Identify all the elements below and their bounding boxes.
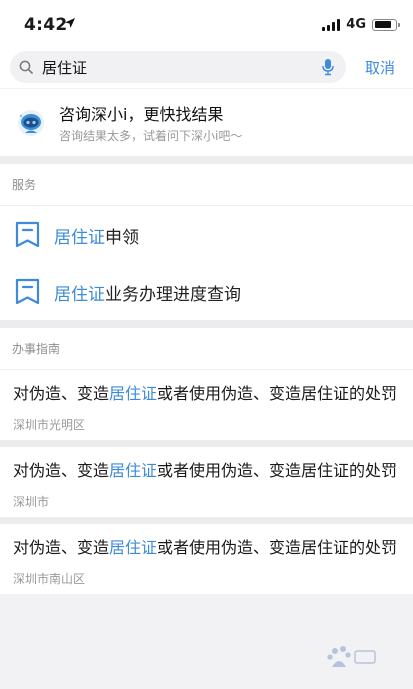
search-input[interactable]: 居住证 [10, 51, 346, 83]
guide-item[interactable]: 对伪造、变造居住证或者使用伪造、变造居住证的处罚 深圳市光明区 [0, 370, 413, 440]
battery-icon [372, 18, 400, 31]
services-header: 服务 [0, 164, 413, 206]
cancel-button[interactable]: 取消 [365, 57, 395, 78]
assistant-subtitle: 咨询结果太多，试着问下深小i吧～ [59, 129, 243, 143]
guide-item[interactable]: 对伪造、变造居住证或者使用伪造、变造居住证的处罚 深圳市 [0, 447, 413, 517]
guide-location: 深圳市光明区 [13, 418, 86, 432]
guide-title: 对伪造、变造居住证或者使用伪造、变造居住证的处罚 [13, 384, 398, 403]
search-bar: 居住证 取消 [0, 48, 413, 88]
assistant-title: 咨询深小i，更快找结果 [59, 105, 224, 124]
signal-icon [322, 18, 341, 31]
robot-icon [18, 110, 44, 136]
guide-title: 对伪造、变造居住证或者使用伪造、变造居住证的处罚 [13, 538, 398, 557]
status-bar: 4:42 4G [0, 0, 413, 48]
baidu-watermark [327, 646, 376, 667]
guides-header: 办事指南 [0, 328, 413, 370]
bookmark-icon [15, 221, 40, 248]
guide-location: 深圳市南山区 [13, 572, 86, 586]
service-label: 居住证申领 [54, 228, 139, 248]
search-icon [19, 60, 33, 74]
mic-icon[interactable] [320, 58, 336, 76]
service-item[interactable]: 居住证申领 [0, 206, 413, 263]
guide-item[interactable]: 对伪造、变造居住证或者使用伪造、变造居住证的处罚 深圳市南山区 [0, 524, 413, 594]
guide-title: 对伪造、变造居住证或者使用伪造、变造居住证的处罚 [13, 461, 398, 480]
service-item[interactable]: 居住证业务办理进度查询 [0, 263, 413, 320]
guide-location: 深圳市 [13, 495, 50, 509]
location-arrow-icon [65, 18, 75, 28]
bookmark-icon [15, 278, 40, 305]
network-type: 4G [346, 17, 366, 32]
search-query: 居住证 [42, 59, 88, 77]
service-label: 居住证业务办理进度查询 [54, 285, 241, 305]
assistant-banner[interactable]: 咨询深小i，更快找结果 咨询结果太多，试着问下深小i吧～ [0, 88, 413, 156]
status-time: 4:42 [24, 15, 68, 35]
